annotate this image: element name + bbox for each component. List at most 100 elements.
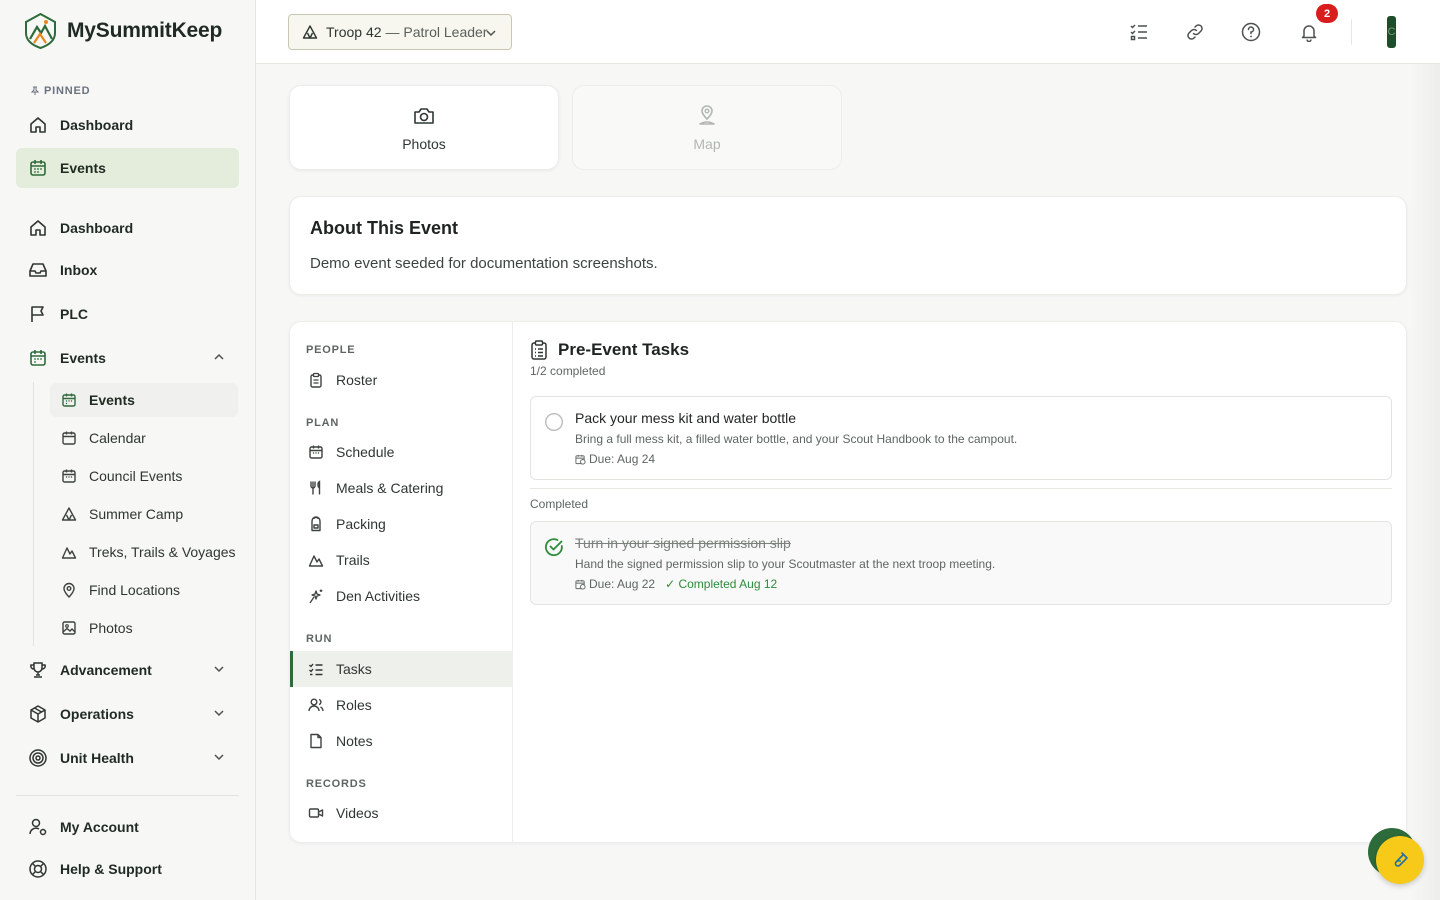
sidebar-item-my-account[interactable]: My Account: [16, 807, 239, 847]
checklist-icon: [308, 661, 324, 677]
sidebar-item-unit-health[interactable]: Unit Health: [16, 738, 239, 778]
chevron-up-icon[interactable]: [213, 351, 225, 363]
task-meta: Due: Aug 24: [575, 452, 655, 466]
image-icon: [61, 620, 77, 636]
sidebar-item-plc[interactable]: PLC: [16, 294, 239, 334]
sidebar-divider: [16, 795, 239, 796]
calendar-icon: [28, 158, 48, 178]
event-details-panel: PEOPLE Roster PLAN Schedule Meals & Cate…: [289, 321, 1407, 843]
trophy-icon: [28, 660, 48, 680]
sidebar-subitem-events[interactable]: Events: [50, 383, 238, 417]
help-circle-icon[interactable]: [1239, 20, 1263, 44]
backpack-icon: [308, 516, 324, 532]
home-icon: [28, 218, 48, 238]
mountain-logo-icon: [24, 13, 57, 49]
target-icon: [28, 748, 48, 768]
subnav-item-videos[interactable]: Videos: [290, 795, 513, 831]
troop-role-selector[interactable]: Troop 42 — Patrol Leader: [288, 14, 512, 50]
completed-divider: [530, 488, 1392, 489]
chevron-down-icon[interactable]: [213, 707, 225, 719]
lifebuoy-icon: [28, 859, 48, 879]
sidebar-subitem-calendar[interactable]: Calendar: [50, 421, 238, 455]
about-event-card: About This Event Demo event seeded for d…: [289, 196, 1407, 295]
calendar-icon: [61, 430, 77, 446]
top-header: Troop 42 — Patrol Leader 2 C: [256, 0, 1440, 64]
notification-badge: 2: [1316, 4, 1338, 23]
sidebar-item-inbox[interactable]: Inbox: [16, 250, 239, 290]
subnav-item-trails[interactable]: Trails: [290, 542, 513, 578]
mountain-icon: [61, 544, 77, 560]
task-card-completed[interactable]: Turn in your signed permission slip Hand…: [530, 521, 1392, 605]
checklist-icon[interactable]: [1127, 20, 1151, 44]
check-circle-icon[interactable]: [544, 537, 564, 557]
sidebar-subitem-photos[interactable]: Photos: [50, 611, 238, 645]
subnav-item-roles[interactable]: Roles: [290, 687, 513, 723]
section-label-people: PEOPLE: [306, 344, 356, 356]
calendar-clock-icon: [575, 579, 586, 590]
subnav-item-packing[interactable]: Packing: [290, 506, 513, 542]
map-pin-icon: [61, 582, 77, 598]
troop-name: Troop 42: [326, 24, 382, 40]
task-meta: Due: Aug 22 ✓ Completed Aug 12: [575, 577, 777, 591]
pinned-item-events[interactable]: Events: [16, 148, 239, 188]
calendar-icon: [61, 392, 77, 408]
task-completed-date: ✓ Completed Aug 12: [665, 577, 778, 591]
chevron-down-icon[interactable]: [213, 663, 225, 675]
task-description: Hand the signed permission slip to your …: [575, 557, 996, 571]
sidebar-item-events[interactable]: Events: [16, 338, 239, 378]
subnav-item-meals[interactable]: Meals & Catering: [290, 470, 513, 506]
avatar[interactable]: C: [1387, 16, 1396, 48]
troop-role: — Patrol Leader: [385, 24, 488, 40]
camera-icon: [412, 104, 436, 128]
inbox-icon: [28, 260, 48, 280]
task-checkbox[interactable]: [544, 412, 564, 432]
pinned-item-dashboard[interactable]: Dashboard: [16, 105, 239, 145]
users-icon: [308, 697, 324, 713]
sidebar-subitem-summer-camp[interactable]: Summer Camp: [50, 497, 238, 531]
subnav-item-den-activities[interactable]: Den Activities: [290, 578, 513, 614]
utensils-icon: [308, 480, 324, 496]
bell-icon[interactable]: [1297, 20, 1321, 44]
tile-photos[interactable]: Photos: [289, 85, 559, 170]
home-icon: [28, 115, 48, 135]
subnav-item-notes[interactable]: Notes: [290, 723, 513, 759]
user-gear-icon: [28, 817, 48, 837]
sparkles-icon: [308, 588, 324, 604]
flag-icon: [28, 304, 48, 324]
sidebar-item-dashboard[interactable]: Dashboard: [16, 208, 239, 248]
section-label-run: RUN: [306, 633, 333, 645]
chevron-down-icon[interactable]: [213, 751, 225, 763]
completed-section-label: Completed: [530, 497, 589, 511]
task-card[interactable]: Pack your mess kit and water bottle Brin…: [530, 396, 1392, 480]
tasks-progress-count: 1/2 completed: [530, 364, 606, 378]
calendar-icon: [308, 444, 324, 460]
about-description: Demo event seeded for documentation scre…: [310, 255, 658, 272]
event-subnav: PEOPLE Roster PLAN Schedule Meals & Cate…: [290, 322, 513, 842]
app-name: MySummitKeep: [67, 19, 223, 42]
section-label-plan: PLAN: [306, 417, 340, 429]
sidebar-item-operations[interactable]: Operations: [16, 694, 239, 734]
clipboard-list-icon: [530, 340, 548, 360]
sidebar-subitem-council-events[interactable]: Council Events: [50, 459, 238, 493]
pinned-section-label: PINNED: [30, 85, 90, 97]
subnav-item-roster[interactable]: Roster: [290, 362, 513, 398]
chevron-down-icon: [485, 27, 497, 39]
sidebar-item-help-support[interactable]: Help & Support: [16, 849, 239, 889]
file-icon: [308, 733, 324, 749]
sidebar-subitem-find-locations[interactable]: Find Locations: [50, 573, 238, 607]
about-title: About This Event: [310, 218, 458, 238]
sidebar-subitem-treks[interactable]: Treks, Trails & Voyages: [50, 535, 238, 569]
subnav-item-schedule[interactable]: Schedule: [290, 434, 513, 470]
link-icon[interactable]: [1183, 20, 1207, 44]
sidebar-item-advancement[interactable]: Advancement: [16, 650, 239, 690]
app-logo[interactable]: MySummitKeep: [24, 13, 222, 49]
scroll-shadow: [1410, 64, 1440, 900]
tasks-title: Pre-Event Tasks: [530, 340, 689, 360]
calendar-clock-icon: [575, 454, 586, 465]
test-tube-fab-button[interactable]: [1376, 836, 1424, 884]
tent-icon: [61, 506, 77, 522]
section-label-records: RECORDS: [306, 778, 367, 790]
calendar-icon: [61, 468, 77, 484]
subnav-item-tasks[interactable]: Tasks: [290, 651, 513, 687]
header-separator: [1351, 19, 1352, 45]
